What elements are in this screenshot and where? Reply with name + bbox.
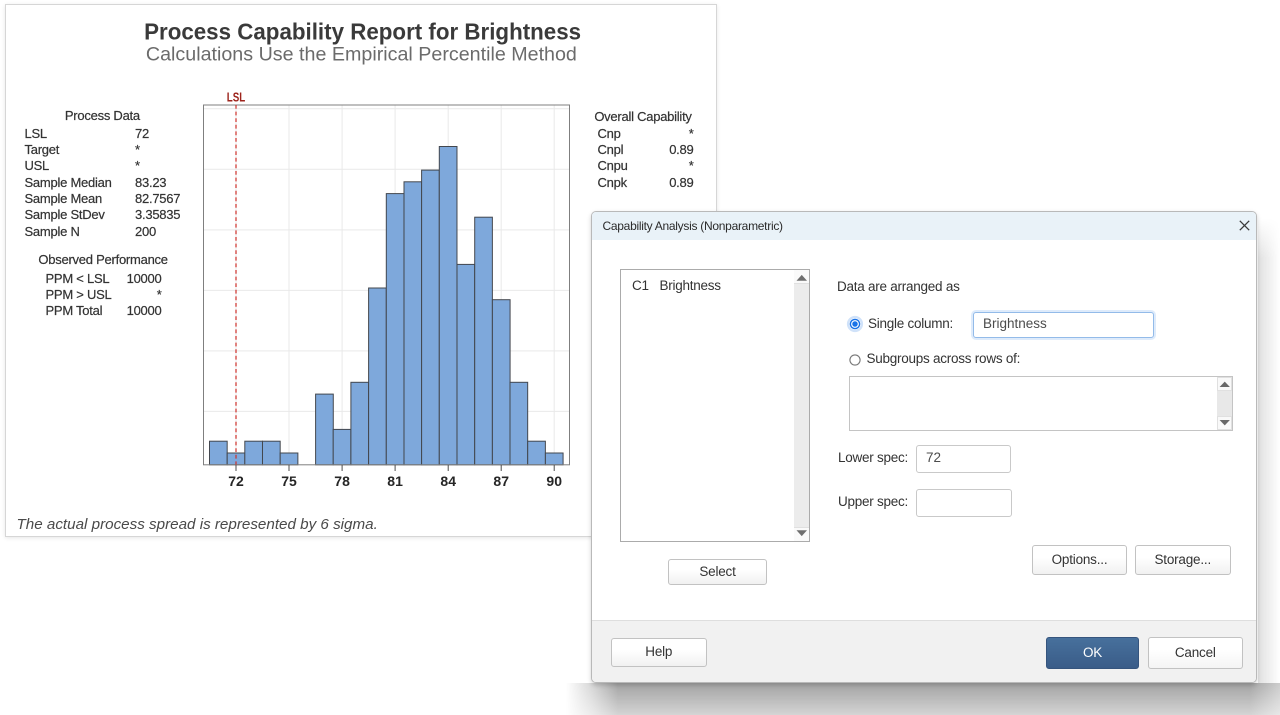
svg-text:Process Capability Report for: Process Capability Report for Brightness — [144, 19, 581, 45]
svg-text:LSL: LSL — [227, 89, 246, 104]
svg-text:75: 75 — [281, 473, 297, 489]
svg-text:Calculations Use the Empirical: Calculations Use the Empirical Percentil… — [146, 45, 577, 66]
svg-text:81: 81 — [387, 473, 403, 489]
svg-text:78: 78 — [334, 473, 350, 489]
svg-text:87: 87 — [493, 473, 509, 489]
svg-text:90: 90 — [546, 473, 562, 489]
svg-text:72: 72 — [228, 473, 244, 489]
svg-text:84: 84 — [440, 473, 456, 489]
